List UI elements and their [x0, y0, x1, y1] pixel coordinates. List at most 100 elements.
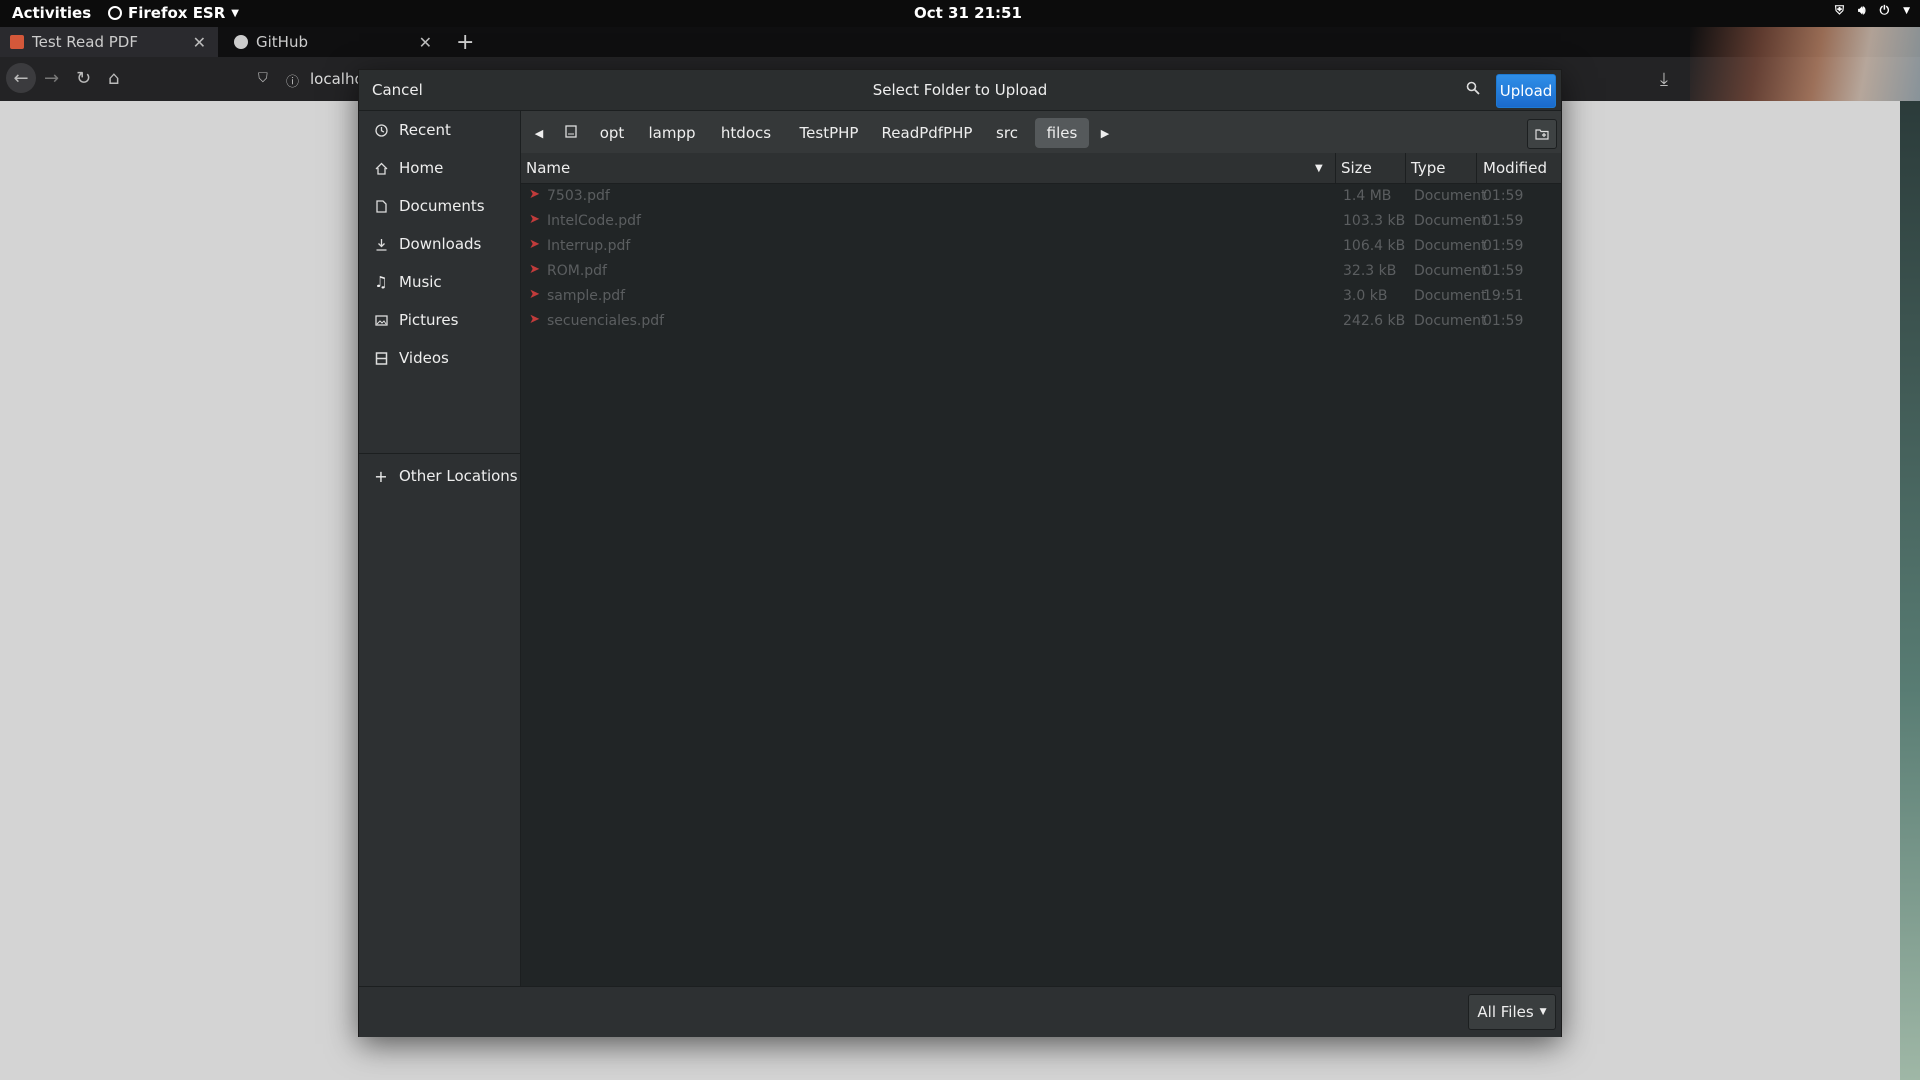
tab-test-read-pdf[interactable]: Test Read PDF ✕ [0, 27, 218, 57]
activities-button[interactable]: Activities [12, 4, 91, 22]
downloads-icon[interactable]: ⤓ [1660, 69, 1668, 90]
column-modified[interactable]: Modified [1483, 153, 1547, 183]
column-header: Name ▼ Size Type Modified [521, 153, 1561, 184]
back-button[interactable]: ← [6, 63, 36, 93]
home-icon: ⌂ [108, 68, 120, 89]
new-tab-button[interactable]: + [456, 27, 476, 57]
file-modified: 19:51 [1483, 288, 1524, 304]
dialog-footer: All Files ▼ [359, 986, 1561, 1037]
app-menu[interactable]: Firefox ESR ▼ [108, 4, 239, 22]
power-icon: ⏻ [1879, 3, 1890, 17]
tab-github[interactable]: GitHub ✕ [226, 27, 444, 57]
forward-button[interactable]: → [44, 68, 59, 89]
file-list[interactable]: Name ▼ Size Type Modified ➤ 7503.pdf 1.4 M… [521, 153, 1561, 986]
chevron-left-icon: ◀ [534, 126, 544, 140]
path-crumb-files[interactable]: files [1035, 118, 1089, 148]
path-scroll-left-button[interactable]: ◀ [531, 118, 547, 148]
path-bar: ◀ opt lampp htdocs TestPHP ReadPdfPHP sr… [521, 111, 1561, 153]
app-menu-label: Firefox ESR [128, 4, 226, 22]
close-tab-icon[interactable]: ✕ [193, 33, 206, 52]
column-divider[interactable] [1476, 153, 1477, 183]
path-crumb-opt[interactable]: opt [592, 118, 632, 148]
chevron-down-icon: ▼ [231, 7, 239, 19]
sidebar-item-other-locations[interactable]: + Other Locations [359, 461, 520, 491]
tracking-shield-icon[interactable]: ⛉ [258, 71, 268, 86]
file-name: 7503.pdf [547, 188, 610, 204]
column-size[interactable]: Size [1341, 153, 1372, 183]
file-size: 3.0 kB [1343, 288, 1388, 304]
file-modified: 01:59 [1483, 238, 1524, 254]
sidebar-item-label: Other Locations [399, 467, 518, 485]
sidebar-item-home[interactable]: Home [359, 153, 520, 183]
pdf-file-icon: ➤ [529, 312, 540, 327]
file-size: 106.4 kB [1343, 238, 1406, 254]
tab-label: GitHub [256, 33, 308, 51]
url-field[interactable]: localho [310, 70, 364, 88]
file-size: 1.4 MB [1343, 188, 1392, 204]
clock[interactable]: Oct 31 21:51 [914, 4, 1022, 22]
sidebar-item-label: Pictures [399, 311, 459, 329]
reload-button[interactable]: ↻ [76, 68, 91, 89]
file-row: ➤ secuenciales.pdf 242.6 kB Document 01:59 [521, 309, 1561, 334]
path-crumb-src[interactable]: src [987, 118, 1027, 148]
arrow-right-icon: → [44, 68, 60, 89]
sidebar-item-documents[interactable]: Documents [359, 191, 520, 221]
path-crumb-testphp[interactable]: TestPHP [791, 118, 867, 148]
chevron-right-icon: ▶ [1100, 126, 1110, 140]
sidebar-item-label: Recent [399, 121, 451, 139]
firefox-icon [108, 6, 122, 20]
column-type[interactable]: Type [1411, 153, 1445, 183]
pdf-file-icon: ➤ [529, 187, 540, 202]
sidebar-item-pictures[interactable]: Pictures [359, 305, 520, 335]
home-button[interactable]: ⌂ [108, 68, 119, 89]
pdf-file-icon: ➤ [529, 237, 540, 252]
file-row: ➤ sample.pdf 3.0 kB Document 19:51 [521, 284, 1561, 309]
dialog-header: Cancel Select Folder to Upload Upload [359, 70, 1561, 111]
upload-button[interactable]: Upload [1496, 74, 1556, 108]
sidebar-item-music[interactable]: ♫ Music [359, 267, 520, 297]
sidebar-item-downloads[interactable]: Downloads [359, 229, 520, 259]
search-icon[interactable] [1466, 80, 1480, 99]
home-icon [374, 161, 388, 175]
path-crumb-htdocs[interactable]: htdocs [711, 118, 781, 148]
path-crumb-readpdfphp[interactable]: ReadPdfPHP [877, 118, 977, 148]
pdf-file-icon: ➤ [529, 262, 540, 277]
new-folder-button[interactable] [1527, 119, 1557, 149]
file-row: ➤ Interrup.pdf 106.4 kB Document 01:59 [521, 234, 1561, 259]
sidebar-item-label: Music [399, 273, 442, 291]
system-tray[interactable]: ⛨ 🔊︎ ⏻ ▼ [1835, 3, 1910, 18]
column-divider[interactable] [1335, 153, 1336, 183]
file-name: sample.pdf [547, 288, 626, 304]
sidebar-item-recent[interactable]: Recent [359, 115, 520, 145]
tab-bar: Test Read PDF ✕ GitHub ✕ + [0, 27, 1920, 57]
file-name: IntelCode.pdf [547, 213, 641, 229]
file-name: Interrup.pdf [547, 238, 631, 254]
reload-icon: ↻ [76, 68, 92, 89]
pdf-file-icon: ➤ [529, 212, 540, 227]
file-filter-dropdown[interactable]: All Files ▼ [1468, 994, 1556, 1030]
file-name: secuenciales.pdf [547, 313, 665, 329]
pdf-favicon-icon [10, 35, 24, 49]
chevron-down-icon: ▼ [1903, 5, 1910, 16]
path-root-button[interactable] [557, 118, 585, 148]
sort-desc-icon: ▼ [1315, 162, 1323, 174]
close-tab-icon[interactable]: ✕ [419, 33, 432, 52]
github-icon [234, 35, 248, 49]
column-divider[interactable] [1405, 153, 1406, 183]
column-name[interactable]: Name [526, 153, 570, 183]
path-crumb-lampp[interactable]: lampp [642, 118, 702, 148]
file-size: 103.3 kB [1343, 213, 1406, 229]
file-chooser-dialog: Cancel Select Folder to Upload Upload Re… [359, 70, 1561, 1037]
file-modified: 01:59 [1483, 263, 1524, 279]
file-modified: 01:59 [1483, 313, 1524, 329]
file-type: Document [1414, 263, 1487, 279]
info-icon[interactable]: ⓘ [286, 71, 299, 90]
sidebar-item-label: Downloads [399, 235, 482, 253]
file-modified: 01:59 [1483, 188, 1524, 204]
file-size: 32.3 kB [1343, 263, 1397, 279]
path-scroll-right-button[interactable]: ▶ [1097, 118, 1113, 148]
sidebar-item-label: Videos [399, 349, 449, 367]
new-folder-icon [1535, 125, 1549, 144]
arrow-left-icon: ← [13, 67, 29, 89]
sidebar-item-videos[interactable]: Videos [359, 343, 520, 373]
